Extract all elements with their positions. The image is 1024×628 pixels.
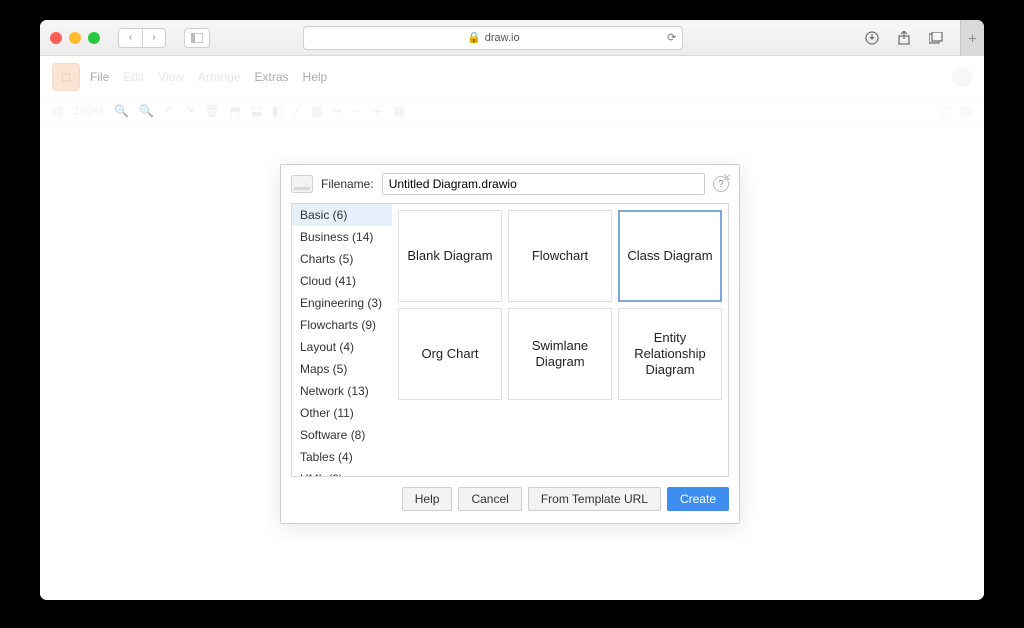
category-item[interactable]: Layout (4) — [292, 336, 392, 358]
category-item[interactable]: Basic (6) — [292, 204, 392, 226]
category-item[interactable]: Engineering (3) — [292, 292, 392, 314]
share-icon[interactable] — [892, 28, 916, 48]
dialog-body: Basic (6)Business (14)Charts (5)Cloud (4… — [291, 203, 729, 477]
category-item[interactable]: Cloud (41) — [292, 270, 392, 292]
filename-label: Filename: — [321, 177, 374, 191]
from-template-url-button[interactable]: From Template URL — [528, 487, 661, 511]
lock-icon: 🔒 — [467, 31, 481, 44]
new-diagram-dialog: × Filename: ? Basic (6)Business (14)Char… — [280, 164, 740, 524]
window-maximize-button[interactable] — [88, 32, 100, 44]
create-button[interactable]: Create — [667, 487, 729, 511]
sidebar-toggle-button[interactable] — [184, 28, 210, 48]
category-item[interactable]: Software (8) — [292, 424, 392, 446]
address-text: draw.io — [485, 32, 520, 44]
category-item[interactable]: Other (11) — [292, 402, 392, 424]
category-item[interactable]: Maps (5) — [292, 358, 392, 380]
template-tile[interactable]: Org Chart — [398, 308, 502, 400]
sidebar-icon — [191, 33, 203, 43]
new-tab-button[interactable]: + — [960, 20, 984, 56]
address-bar[interactable]: 🔒 draw.io ⟳ — [303, 26, 683, 50]
reload-icon[interactable]: ⟳ — [667, 31, 676, 44]
template-tile[interactable]: Flowchart — [508, 210, 612, 302]
category-item[interactable]: Network (13) — [292, 380, 392, 402]
nav-buttons: ‹ › — [118, 28, 166, 48]
cancel-button[interactable]: Cancel — [458, 487, 521, 511]
dialog-close-button[interactable]: × — [723, 169, 731, 185]
downloads-icon[interactable] — [860, 28, 884, 48]
category-item[interactable]: Flowcharts (9) — [292, 314, 392, 336]
harddrive-icon — [291, 175, 313, 193]
template-label: Swimlane Diagram — [509, 338, 611, 371]
template-tile[interactable]: Blank Diagram — [398, 210, 502, 302]
titlebar: ‹ › 🔒 draw.io ⟳ + — [40, 20, 984, 56]
dialog-header: Filename: ? — [291, 173, 729, 195]
tabs-icon[interactable] — [924, 28, 948, 48]
filename-input[interactable] — [382, 173, 705, 195]
template-tile[interactable]: Class Diagram — [618, 210, 722, 302]
template-label: Org Chart — [421, 346, 478, 362]
template-tile[interactable]: Entity Relationship Diagram — [618, 308, 722, 400]
titlebar-right-tools: + — [860, 20, 974, 56]
template-label: Flowchart — [532, 248, 588, 264]
back-button[interactable]: ‹ — [118, 28, 142, 48]
template-grid: Blank Diagram Flowchart Class Diagram Org C… — [392, 204, 728, 476]
browser-window: ‹ › 🔒 draw.io ⟳ + ⬚ File — [40, 20, 984, 600]
category-item[interactable]: Business (14) — [292, 226, 392, 248]
page-content: ⬚ File Edit View Arrange Extras Help ▤ 1… — [40, 56, 984, 600]
template-label: Blank Diagram — [407, 248, 492, 264]
template-label: Entity Relationship Diagram — [619, 330, 721, 379]
category-item[interactable]: Charts (5) — [292, 248, 392, 270]
category-list[interactable]: Basic (6)Business (14)Charts (5)Cloud (4… — [292, 204, 392, 476]
traffic-lights — [50, 32, 100, 44]
dialog-footer: Help Cancel From Template URL Create — [291, 487, 729, 511]
category-item[interactable]: UML (8) — [292, 468, 392, 476]
template-label: Class Diagram — [627, 248, 712, 264]
template-tile[interactable]: Swimlane Diagram — [508, 308, 612, 400]
help-button[interactable]: Help — [402, 487, 453, 511]
category-item[interactable]: Tables (4) — [292, 446, 392, 468]
window-minimize-button[interactable] — [69, 32, 81, 44]
window-close-button[interactable] — [50, 32, 62, 44]
forward-button[interactable]: › — [142, 28, 166, 48]
